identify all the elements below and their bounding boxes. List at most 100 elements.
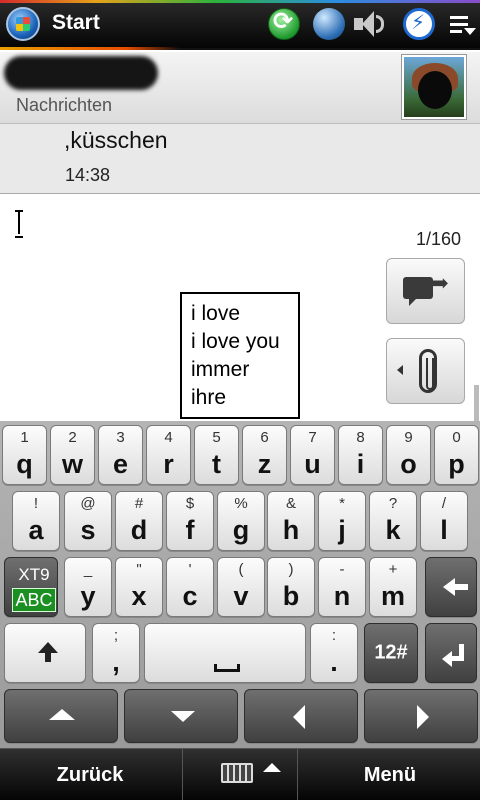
key-j[interactable]: * j	[318, 491, 366, 551]
cursor-down-key[interactable]	[124, 689, 238, 743]
key-f[interactable]: $ f	[166, 491, 214, 551]
key-t[interactable]: 5t	[194, 425, 239, 485]
title-underline	[0, 47, 180, 50]
key-primary-label: x	[131, 581, 147, 611]
key-g[interactable]: % g	[217, 491, 265, 551]
contact-name-redacted	[4, 56, 158, 90]
send-button[interactable]: ➦	[386, 258, 465, 324]
key-primary-label: d	[130, 515, 148, 545]
key-v[interactable]: (v	[217, 557, 265, 617]
suggestion-item[interactable]: immer	[191, 356, 298, 384]
key-primary-label: w	[61, 449, 83, 479]
key-b[interactable]: ) b	[267, 557, 315, 617]
suggestion-item[interactable]: i love you	[191, 328, 298, 356]
key-q[interactable]: 1q	[2, 425, 47, 485]
shift-key[interactable]	[4, 623, 86, 683]
key-secondary-label: 1	[20, 429, 29, 446]
key-primary-label: q	[16, 449, 33, 479]
key-e[interactable]: 3e	[98, 425, 143, 485]
down-arrow-icon	[171, 711, 195, 722]
menu-softkey[interactable]: Menü	[300, 749, 480, 800]
space-key[interactable]	[144, 623, 306, 683]
sync-icon[interactable]	[268, 7, 300, 40]
key-secondary-label: 5	[212, 429, 221, 446]
enter-key[interactable]	[425, 623, 477, 683]
key-primary-label: t	[212, 449, 221, 479]
contact-avatar[interactable]	[402, 55, 466, 119]
key-primary-label: c	[182, 581, 198, 611]
key-y[interactable]: _ y	[64, 557, 112, 617]
key-i[interactable]: 8i	[338, 425, 383, 485]
key-l[interactable]: / l	[420, 491, 468, 551]
message-text: ,küsschen	[64, 127, 168, 153]
key-primary-label: a	[28, 515, 44, 545]
backspace-key[interactable]	[425, 557, 477, 617]
key-secondary-label: /	[441, 495, 447, 512]
onscreen-keyboard: 1 q 2 w 3 e 4 r 5 t 6 z 7 u 8 i 9 o 0 p! a @ s # d $ f% g & h * j? k / l XT…	[0, 421, 480, 748]
key-u[interactable]: 7u	[290, 425, 335, 485]
key-d[interactable]: # d	[115, 491, 163, 551]
back-softkey[interactable]: Zurück	[0, 749, 180, 800]
numbers-symbols-label: 12#	[374, 641, 408, 664]
battery-charging-icon[interactable]	[403, 8, 435, 40]
key-secondary-label: &	[285, 495, 296, 512]
suggestion-item[interactable]: i love	[191, 300, 298, 328]
cursor-right-key[interactable]	[364, 689, 478, 743]
windows-start-icon[interactable]	[6, 7, 40, 41]
volume-icon[interactable]	[352, 8, 384, 40]
numbers-symbols-key[interactable]: 12#	[364, 623, 418, 683]
key-primary-label: h	[282, 515, 300, 545]
start-title[interactable]: Start	[52, 11, 100, 35]
key-c[interactable]: ' c	[166, 557, 214, 617]
key-m[interactable]: + m	[369, 557, 417, 617]
scrollbar[interactable]	[474, 385, 479, 421]
key-period[interactable]: :.	[310, 623, 358, 683]
small-left-arrow-icon	[397, 365, 403, 375]
key-z[interactable]: 6z	[242, 425, 287, 485]
menu-dropdown-icon[interactable]	[448, 8, 480, 40]
key-s[interactable]: @ s	[64, 491, 112, 551]
key-secondary-label: 3	[116, 429, 125, 446]
key-n[interactable]: -n	[318, 557, 366, 617]
keyboard-toggle-button[interactable]	[182, 749, 298, 800]
message-bubble: ,küsschen 14:38	[0, 124, 480, 194]
cursor-up-key[interactable]	[4, 689, 118, 743]
key-secondary-label: 9	[404, 429, 413, 446]
key-k[interactable]: ? k	[369, 491, 417, 551]
key-h[interactable]: & h	[267, 491, 315, 551]
key-secondary-label: 0	[452, 429, 461, 446]
key-primary-label: m	[380, 581, 405, 611]
key-primary-label: u	[304, 449, 321, 479]
key-secondary-label: _	[83, 561, 93, 578]
word-suggestion-list: i love i love you immer ihre	[180, 292, 300, 419]
key-primary-label: p	[448, 449, 465, 479]
caret-up-icon	[263, 763, 281, 772]
abc-mode-label: ABC	[12, 588, 56, 612]
key-secondary-label: )	[288, 561, 294, 578]
cursor-left-key[interactable]	[244, 689, 358, 743]
key-secondary-label: *	[339, 495, 345, 512]
key-p[interactable]: 0p	[434, 425, 479, 485]
key-o[interactable]: 9o	[386, 425, 431, 485]
key-primary-label: f	[185, 515, 195, 545]
key-primary-label: g	[232, 515, 250, 545]
left-arrow-icon	[293, 705, 305, 729]
text-cursor-icon	[15, 210, 23, 238]
xt9-toggle-button[interactable]: XT9 ABC	[4, 557, 58, 617]
key-comma[interactable]: ;,	[92, 623, 140, 683]
shift-arrow-icon	[38, 642, 58, 662]
key-a[interactable]: ! a	[12, 491, 60, 551]
attach-button[interactable]	[386, 338, 465, 404]
key-r[interactable]: 4r	[146, 425, 191, 485]
suggestion-item[interactable]: ihre	[191, 384, 298, 412]
key-w[interactable]: 2w	[50, 425, 95, 485]
key-secondary-label: ;	[113, 627, 119, 644]
network-signal-icon[interactable]	[313, 8, 345, 40]
key-secondary-label: :	[331, 627, 337, 644]
key-secondary-label: !	[33, 495, 39, 512]
key-primary-label: l	[440, 515, 448, 545]
send-arrow-icon: ➦	[429, 269, 450, 297]
key-x[interactable]: " x	[115, 557, 163, 617]
windows-flag-icon	[16, 17, 30, 31]
right-arrow-icon	[417, 705, 429, 729]
